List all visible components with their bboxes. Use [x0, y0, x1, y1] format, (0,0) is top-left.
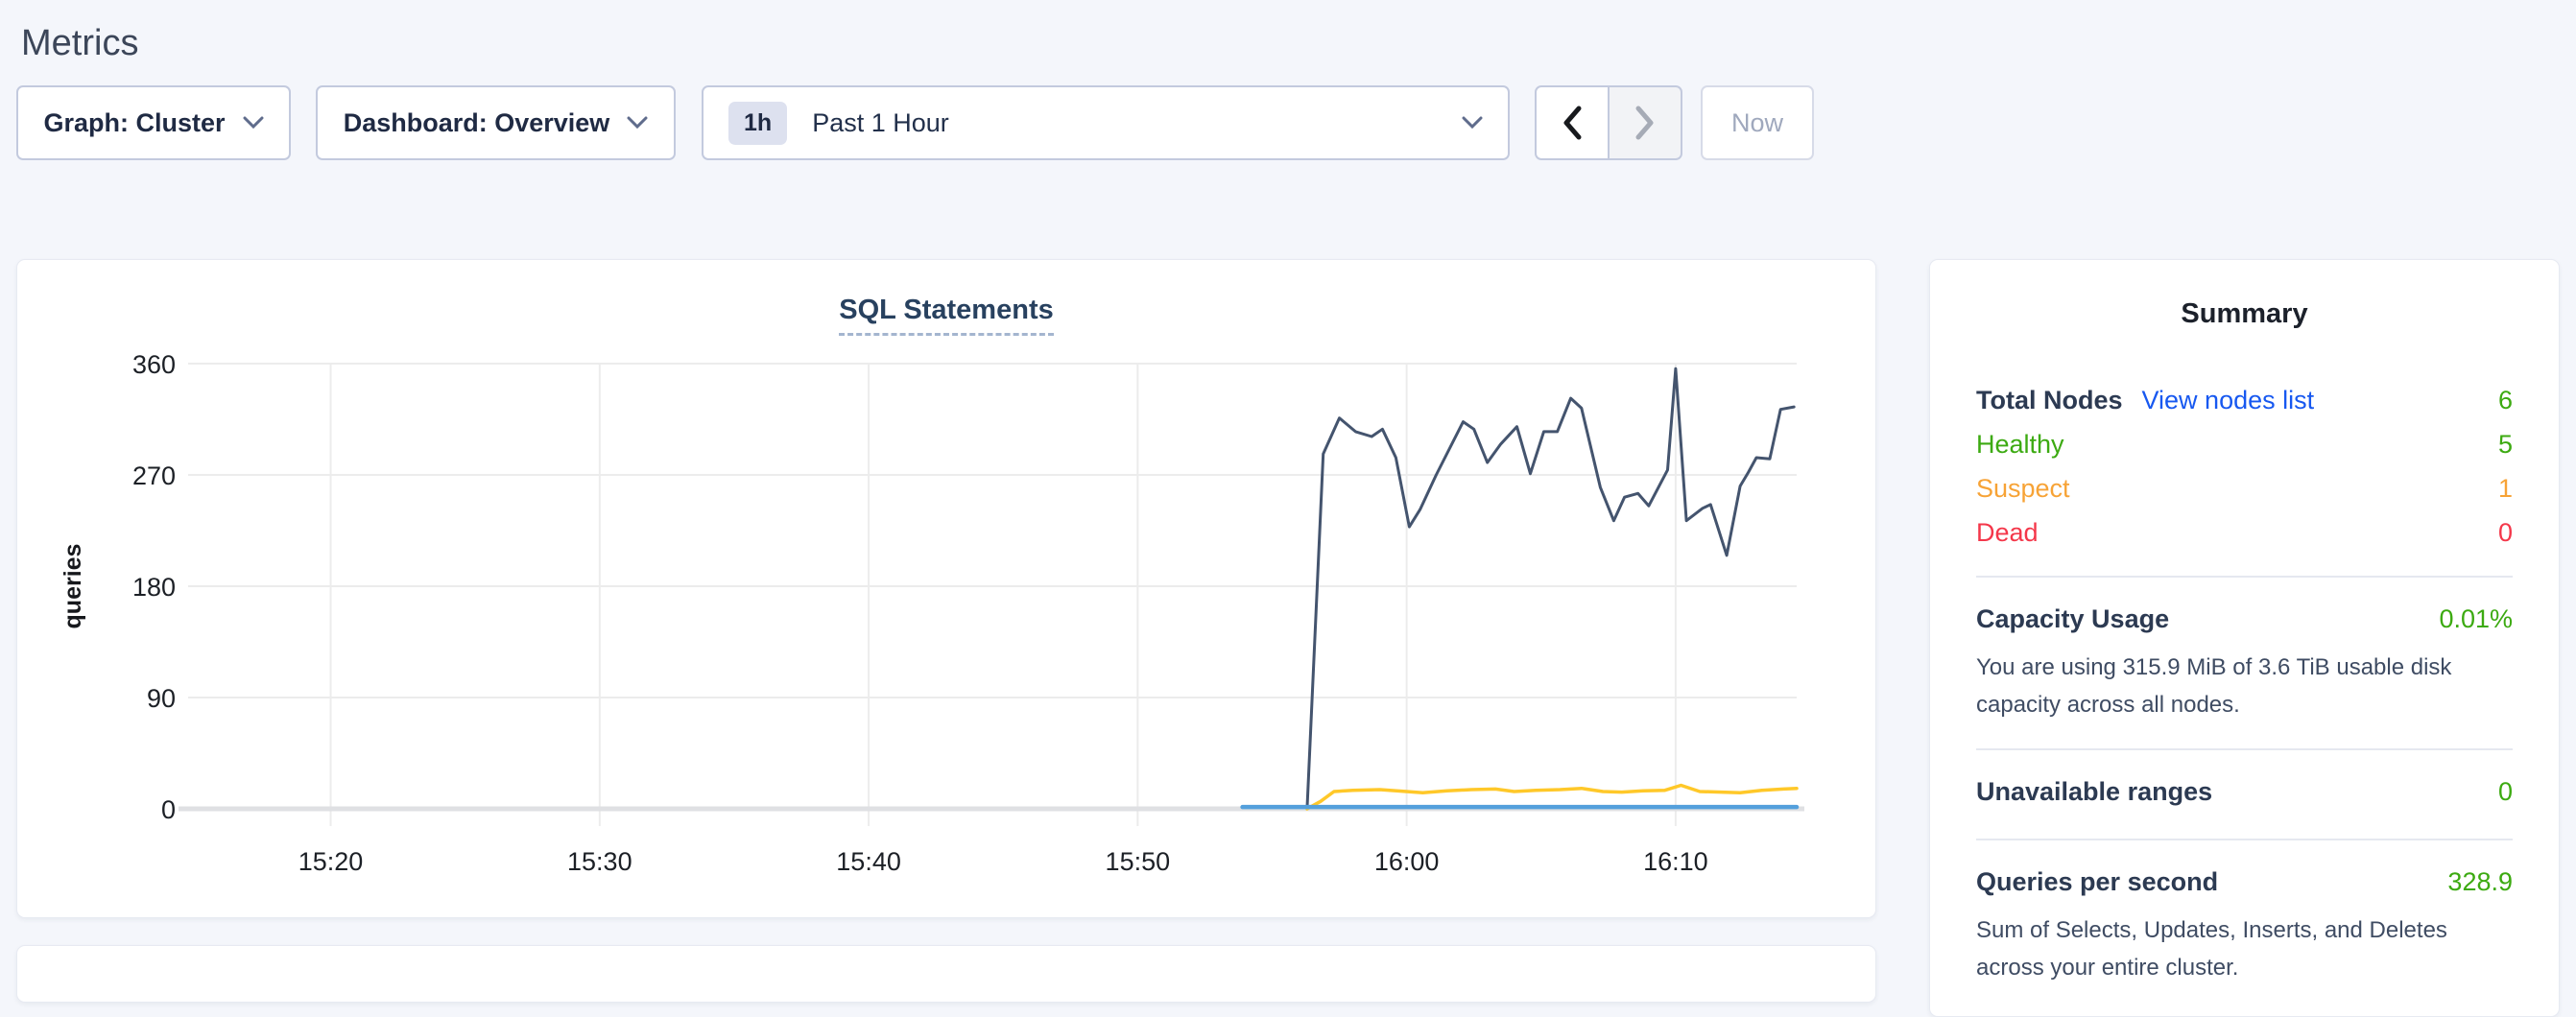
capacity-label: Capacity Usage: [1976, 604, 2169, 634]
series-line-navy: [1307, 368, 1794, 809]
nodes-section: Total Nodes View nodes list 6 Healthy 5 …: [1976, 378, 2513, 578]
sql-statements-chart-card: SQL Statements 09018027036015:2015:3015:…: [16, 259, 1876, 918]
chevron-left-icon: [1561, 106, 1584, 140]
x-tick-label: 15:30: [567, 847, 632, 876]
chevron-right-icon: [1634, 106, 1657, 140]
unavailable-ranges-row: Unavailable ranges 0: [1976, 769, 2513, 814]
x-tick-label: 15:40: [836, 847, 901, 876]
healthy-label: Healthy: [1976, 430, 2064, 460]
qps-label: Queries per second: [1976, 867, 2218, 897]
summary-body: Total Nodes View nodes list 6 Healthy 5 …: [1930, 378, 2559, 1011]
summary-panel: Summary Total Nodes View nodes list 6 He…: [1929, 259, 2560, 1017]
capacity-row: Capacity Usage 0.01%: [1976, 597, 2513, 641]
y-tick-label: 360: [132, 350, 176, 379]
chevron-down-icon: [627, 116, 648, 130]
qps-row: Queries per second 328.9: [1976, 860, 2513, 904]
total-nodes-value: 6: [2498, 386, 2513, 415]
qps-section: Queries per second 328.9 Sum of Selects,…: [1976, 840, 2513, 1011]
next-chart-card: [16, 945, 1876, 1003]
time-range-badge: 1h: [728, 102, 787, 145]
suspect-nodes-row: Suspect 1: [1976, 466, 2513, 510]
time-range-label: Past 1 Hour: [812, 108, 949, 138]
time-range-picker[interactable]: 1h Past 1 Hour: [702, 85, 1510, 160]
qps-value: 328.9: [2447, 867, 2513, 897]
y-tick-label: 0: [161, 795, 176, 824]
dead-nodes-row: Dead 0: [1976, 510, 2513, 555]
graph-dropdown-label: Graph: Cluster: [43, 108, 225, 138]
total-nodes-row: Total Nodes View nodes list 6: [1976, 378, 2513, 422]
time-forward-button-disabled[interactable]: [1609, 85, 1682, 160]
dashboard-dropdown[interactable]: Dashboard: Overview: [316, 85, 676, 160]
summary-title: Summary: [1930, 298, 2559, 330]
chevron-down-icon: [243, 116, 264, 130]
graph-dropdown[interactable]: Graph: Cluster: [16, 85, 291, 160]
x-tick-label: 15:50: [1106, 847, 1171, 876]
unavailable-ranges-value: 0: [2498, 777, 2513, 807]
y-tick-label: 90: [147, 684, 176, 713]
healthy-value: 5: [2498, 430, 2513, 460]
capacity-value: 0.01%: [2439, 604, 2513, 634]
time-nav-arrows: [1535, 85, 1682, 160]
chevron-down-icon: [1462, 116, 1483, 130]
y-tick-label: 270: [132, 461, 176, 490]
unavailable-ranges-section: Unavailable ranges 0: [1976, 750, 2513, 840]
unavailable-ranges-label: Unavailable ranges: [1976, 777, 2212, 807]
suspect-label: Suspect: [1976, 474, 2070, 504]
x-tick-label: 15:20: [298, 847, 364, 876]
qps-description: Sum of Selects, Updates, Inserts, and De…: [1976, 911, 2513, 986]
now-button[interactable]: Now: [1701, 85, 1814, 160]
time-back-button[interactable]: [1535, 85, 1609, 160]
dashboard-dropdown-label: Dashboard: Overview: [344, 108, 610, 138]
metrics-page: { "header": { "title": "Metrics" }, "con…: [0, 0, 2576, 950]
x-tick-label: 16:10: [1643, 847, 1708, 876]
total-nodes-label: Total Nodes: [1976, 386, 2123, 415]
page-title: Metrics: [21, 20, 138, 66]
view-nodes-list-link[interactable]: View nodes list: [2142, 386, 2315, 415]
x-tick-label: 16:00: [1374, 847, 1440, 876]
dead-value: 0: [2498, 518, 2513, 548]
y-tick-label: 180: [132, 573, 176, 602]
healthy-nodes-row: Healthy 5: [1976, 422, 2513, 466]
y-axis-label: queries: [60, 544, 86, 629]
capacity-section: Capacity Usage 0.01% You are using 315.9…: [1976, 578, 2513, 750]
capacity-description: You are using 315.9 MiB of 3.6 TiB usabl…: [1976, 649, 2513, 723]
now-button-label: Now: [1731, 108, 1783, 138]
suspect-value: 1: [2498, 474, 2513, 504]
sql-statements-chart[interactable]: 0 90 180 270 360 15:20 15:30 15:40 15:50 16:00 16:…: [17, 260, 1877, 919]
dead-label: Dead: [1976, 518, 2039, 548]
